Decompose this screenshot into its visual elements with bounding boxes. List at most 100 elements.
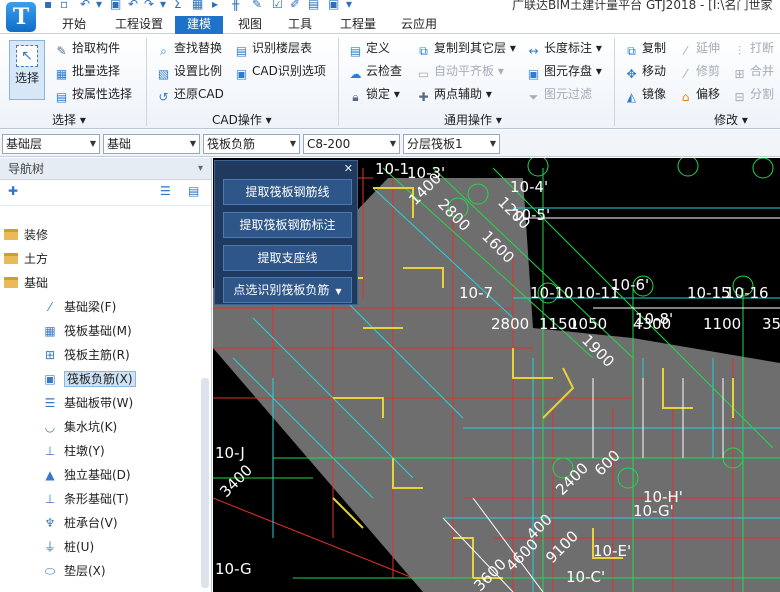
- edit-icon[interactable]: ✐: [290, 0, 300, 11]
- sum-icon[interactable]: Σ: [174, 0, 182, 11]
- chevron-down-icon: ▼: [489, 139, 496, 148]
- element-filter-button[interactable]: ⏷ 图元过滤: [526, 84, 592, 104]
- dropdown-icon[interactable]: ▾: [96, 0, 102, 11]
- folder-icon[interactable]: ▫: [60, 0, 68, 11]
- tree-folder-decoration[interactable]: 装修: [4, 224, 48, 246]
- pen-icon[interactable]: ✎: [252, 0, 262, 11]
- tab-quantity[interactable]: 工程量: [330, 16, 386, 34]
- split-button[interactable]: ⊟ 分割: [732, 84, 774, 104]
- select-group-label: 选择 ▾: [52, 113, 86, 127]
- floor-select[interactable]: 基础层 ▼: [2, 134, 100, 154]
- table-icon: ▤: [235, 44, 248, 58]
- save-element-button[interactable]: ▣ 图元存盘 ▾: [526, 61, 602, 81]
- tree-item-foundation-strip[interactable]: ☰ 基础板带(W): [42, 392, 134, 414]
- identify-panel: ✕ 提取筏板钢筋线 提取筏板钢筋标注 提取支座线 点选识别筏板负筋 ▼: [214, 160, 358, 305]
- identify-floor-table-button[interactable]: ▤ 识别楼层表: [234, 38, 312, 58]
- select-by-attr-button[interactable]: ▤ 按属性选择: [54, 84, 132, 104]
- tree-item-cushion[interactable]: ⬭ 垫层(X): [42, 560, 106, 582]
- ribbon: ↖ 选择 ✎ 拾取构件 ▦ 批量选择 ▤ 按属性选择 选择 ▾ ⌕ 查找替换 ▧ 设置比例…: [0, 34, 780, 129]
- tree-item-strip-footing[interactable]: ⊥ 条形基础(T): [42, 488, 129, 510]
- tree-item-raft-foundation[interactable]: ▦ 筏板基础(M): [42, 320, 131, 342]
- element-type-select[interactable]: 筏板负筋 ▼: [203, 134, 300, 154]
- property-bar: 基础层 ▼ 基础 ▼ 筏板负筋 ▼ C8-200 ▼ 分层筏板1 ▼: [0, 130, 780, 157]
- tab-cloud[interactable]: 云应用: [392, 16, 446, 34]
- nav-scrollbar[interactable]: [201, 378, 209, 588]
- tools-icon[interactable]: ▣: [328, 0, 339, 11]
- tree-item-pile-cap[interactable]: ♆ 桩承台(V): [42, 512, 118, 534]
- customize-icon[interactable]: ▾: [346, 0, 352, 11]
- offset-button[interactable]: ⌂ 偏移: [678, 84, 720, 104]
- save-icon[interactable]: ▪: [44, 0, 52, 11]
- identify-negative-rebar-button[interactable]: 点选识别筏板负筋 ▼: [223, 277, 352, 303]
- tree-folder-foundation[interactable]: 基础: [4, 272, 48, 294]
- list-icon[interactable]: ▤: [308, 0, 319, 11]
- grid-view-icon[interactable]: ▤: [188, 184, 199, 198]
- print-icon[interactable]: ▣: [110, 0, 121, 11]
- two-point-aux-button[interactable]: ✚ 两点辅助 ▾: [416, 84, 491, 104]
- tree-item-foundation-beam[interactable]: ⁄ 基础梁(F): [42, 296, 116, 318]
- add-icon[interactable]: ✚: [8, 184, 18, 198]
- cloud-check-button[interactable]: ☁ 云检查: [348, 61, 403, 81]
- tree-folder-earthwork[interactable]: 土方: [4, 248, 48, 270]
- pick-element-button[interactable]: ✎ 拾取构件: [54, 38, 120, 58]
- folder-open-icon: [4, 277, 18, 288]
- extract-raft-rebar-label-button[interactable]: 提取筏板钢筋标注: [223, 212, 352, 238]
- move-button[interactable]: ✥ 移动: [624, 61, 666, 81]
- tab-view[interactable]: 视图: [228, 16, 272, 34]
- auto-align-button[interactable]: ▭ 自动平齐板 ▾: [416, 61, 504, 81]
- restore-cad-button[interactable]: ↺ 还原CAD: [156, 84, 223, 104]
- axis-label: 10-10: [530, 284, 574, 302]
- layer-select[interactable]: 分层筏板1 ▼: [403, 134, 500, 154]
- app-logo: T: [6, 2, 36, 32]
- tree-item-raft-negative-rebar[interactable]: ▣ 筏板负筋(X): [42, 368, 136, 390]
- break-button[interactable]: ⫶ 打断: [732, 38, 774, 58]
- category-select[interactable]: 基础 ▼: [103, 134, 200, 154]
- tab-modeling[interactable]: 建模: [175, 16, 223, 34]
- pin-icon[interactable]: ▾: [198, 158, 203, 180]
- merge-button[interactable]: ⊞ 合并: [732, 61, 774, 81]
- define-button[interactable]: ▤ 定义: [348, 38, 390, 58]
- find-replace-button[interactable]: ⌕ 查找替换: [156, 38, 222, 58]
- lock-button[interactable]: 🔒︎ 锁定 ▾: [348, 84, 400, 104]
- tab-project-settings[interactable]: 工程设置: [105, 16, 173, 34]
- dimension-label: 4300: [633, 315, 672, 333]
- batch-icon: ▦: [55, 67, 68, 81]
- undo-icon[interactable]: ↶: [80, 0, 90, 11]
- dropdown-icon-2[interactable]: ▾: [160, 0, 166, 11]
- title-bar: T ▪ ▫ ↶ ▾ ▣ ↶ ↷ ▾ Σ ▦ ▸ ╫ ✎ ☑ ✐ ▤ ▣ ▾ 广联…: [0, 0, 780, 32]
- axis-label: 10-7: [459, 284, 494, 302]
- copy-button[interactable]: ⧉ 复制: [624, 38, 666, 58]
- axis-label: 10-4': [510, 178, 549, 196]
- flag-icon[interactable]: ▸: [212, 0, 218, 11]
- copy-to-floor-button[interactable]: ⧉ 复制到其它层 ▾: [416, 38, 516, 58]
- tree-item-sump[interactable]: ◡ 集水坑(K): [42, 416, 117, 438]
- tree-item-pier[interactable]: ⊥ 柱墩(Y): [42, 440, 105, 462]
- select-button[interactable]: ↖ 选择: [9, 40, 45, 100]
- pointer-icon: ↖: [16, 45, 38, 67]
- tree-item-raft-main-rebar[interactable]: ⊞ 筏板主筋(R): [42, 344, 130, 366]
- ribbon-separator-2: [338, 38, 339, 126]
- extend-button[interactable]: ⁄ 延伸: [678, 38, 720, 58]
- tree-item-isolated-footing[interactable]: ▲ 独立基础(D): [42, 464, 130, 486]
- tree-item-pile[interactable]: ⏚ 桩(U): [42, 536, 94, 558]
- extract-support-line-button[interactable]: 提取支座线: [223, 245, 352, 271]
- close-icon[interactable]: ✕: [344, 162, 353, 175]
- rebar-select[interactable]: C8-200 ▼: [303, 134, 400, 154]
- redo-icon[interactable]: ↷: [144, 0, 154, 11]
- trim-button[interactable]: ⁄ 修剪: [678, 61, 720, 81]
- grid-icon[interactable]: ▦: [192, 0, 203, 11]
- length-dim-button[interactable]: ↔ 长度标注 ▾: [526, 38, 601, 58]
- set-scale-button[interactable]: ▧ 设置比例: [156, 61, 222, 81]
- common-group-label: 通用操作 ▾: [444, 113, 502, 127]
- batch-select-button[interactable]: ▦ 批量选择: [54, 61, 120, 81]
- ruler-icon[interactable]: ╫: [232, 0, 239, 11]
- tab-tools[interactable]: 工具: [278, 16, 322, 34]
- mirror-button[interactable]: ◭ 镜像: [624, 84, 666, 104]
- undo-icon-2[interactable]: ↶: [128, 0, 138, 11]
- list-view-icon[interactable]: ☰: [160, 184, 171, 198]
- check-icon[interactable]: ☑: [272, 0, 283, 11]
- extract-raft-rebar-line-button[interactable]: 提取筏板钢筋线: [223, 179, 352, 205]
- axis-label: 10-J: [215, 444, 245, 462]
- cad-options-button[interactable]: ▣ CAD识别选项: [234, 61, 326, 81]
- tab-start[interactable]: 开始: [52, 16, 96, 34]
